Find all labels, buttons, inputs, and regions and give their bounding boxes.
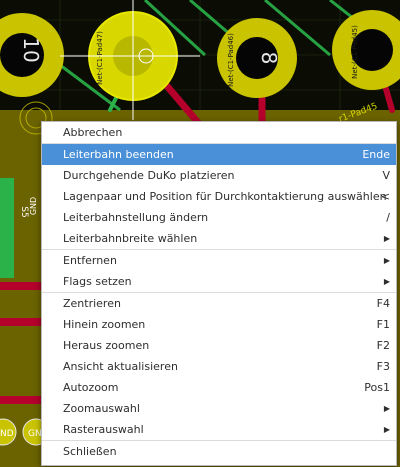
menu-item-leiterbahnbreite[interactable]: Leiterbahnbreite wählen ▶ — [42, 228, 396, 249]
svg-text:ND: ND — [0, 429, 14, 439]
menu-item-shortcut: F2 — [376, 339, 390, 352]
menu-item-label: Rasterauswahl — [63, 423, 144, 436]
svg-text:10: 10 — [19, 37, 43, 62]
menu-item-label: Leiterbahnbreite wählen — [63, 232, 198, 245]
svg-text:S5: S5 — [19, 206, 29, 217]
context-menu: Abbrechen Leiterbahn beenden Ende Durchg… — [41, 121, 397, 466]
menu-item-schliessen[interactable]: Schließen — [42, 441, 396, 462]
menu-item-autozoom[interactable]: Autozoom Pos1 — [42, 377, 396, 398]
menu-item-durchgehende-duko[interactable]: Durchgehende DuKo platzieren V — [42, 165, 396, 186]
menu-item-label: Hinein zoomen — [63, 318, 146, 331]
svg-text:Net-(C1-Pad45): Net-(C1-Pad45) — [351, 25, 359, 79]
pad-8: 8 Net-(C1-Pad46) — [217, 18, 297, 98]
menu-item-shortcut: < — [380, 190, 390, 203]
menu-item-label: Leiterbahn beenden — [63, 148, 174, 161]
menu-item-leiterbahnstellung[interactable]: Leiterbahnstellung ändern / — [42, 207, 396, 228]
menu-item-flags-setzen[interactable]: Flags setzen ▶ — [42, 271, 396, 292]
svg-text:GND: GND — [29, 197, 38, 215]
submenu-arrow-icon: ▶ — [383, 404, 390, 413]
svg-text:Net-(C1-Pad46): Net-(C1-Pad46) — [227, 33, 235, 87]
menu-item-shortcut: F3 — [376, 360, 390, 373]
menu-item-rasterauswahl[interactable]: Rasterauswahl ▶ — [42, 419, 396, 440]
menu-item-label: Zoomauswahl — [63, 402, 140, 415]
svg-text:8: 8 — [257, 52, 281, 65]
menu-item-zentrieren[interactable]: Zentrieren F4 — [42, 293, 396, 314]
menu-item-abbrechen[interactable]: Abbrechen — [42, 122, 396, 143]
menu-item-zoomauswahl[interactable]: Zoomauswahl ▶ — [42, 398, 396, 419]
submenu-arrow-icon: ▶ — [383, 234, 390, 243]
menu-item-label: Autozoom — [63, 381, 119, 394]
submenu-arrow-icon: ▶ — [383, 256, 390, 265]
menu-item-shortcut: Pos1 — [364, 381, 390, 394]
menu-item-shortcut: V — [382, 169, 390, 182]
menu-item-label: Entfernen — [63, 254, 117, 267]
menu-item-shortcut: F1 — [376, 318, 390, 331]
submenu-arrow-icon: ▶ — [383, 425, 390, 434]
menu-item-heraus-zoomen[interactable]: Heraus zoomen F2 — [42, 335, 396, 356]
menu-item-entfernen[interactable]: Entfernen ▶ — [42, 250, 396, 271]
menu-item-shortcut: Ende — [362, 148, 390, 161]
menu-item-label: Ansicht aktualisieren — [63, 360, 178, 373]
menu-item-label: Abbrechen — [63, 126, 123, 139]
menu-item-label: Durchgehende DuKo platzieren — [63, 169, 235, 182]
menu-item-label: Flags setzen — [63, 275, 132, 288]
menu-item-ansicht-aktualisieren[interactable]: Ansicht aktualisieren F3 — [42, 356, 396, 377]
menu-item-hinein-zoomen[interactable]: Hinein zoomen F1 — [42, 314, 396, 335]
menu-item-label: Heraus zoomen — [63, 339, 150, 352]
menu-item-shortcut: F4 — [376, 297, 390, 310]
svg-text:Net-(C1-Pad47): Net-(C1-Pad47) — [96, 31, 104, 85]
svg-text:GN: GN — [28, 429, 42, 439]
menu-item-shortcut: / — [386, 211, 390, 224]
menu-item-label: Leiterbahnstellung ändern — [63, 211, 209, 224]
menu-item-label: Lagenpaar und Position für Durchkontakti… — [63, 190, 387, 203]
menu-item-leiterbahn-beenden[interactable]: Leiterbahn beenden Ende — [42, 144, 396, 165]
menu-item-label: Zentrieren — [63, 297, 121, 310]
submenu-arrow-icon: ▶ — [383, 277, 390, 286]
menu-item-label: Schließen — [63, 445, 117, 458]
menu-item-lagenpaar[interactable]: Lagenpaar und Position für Durchkontakti… — [42, 186, 396, 207]
